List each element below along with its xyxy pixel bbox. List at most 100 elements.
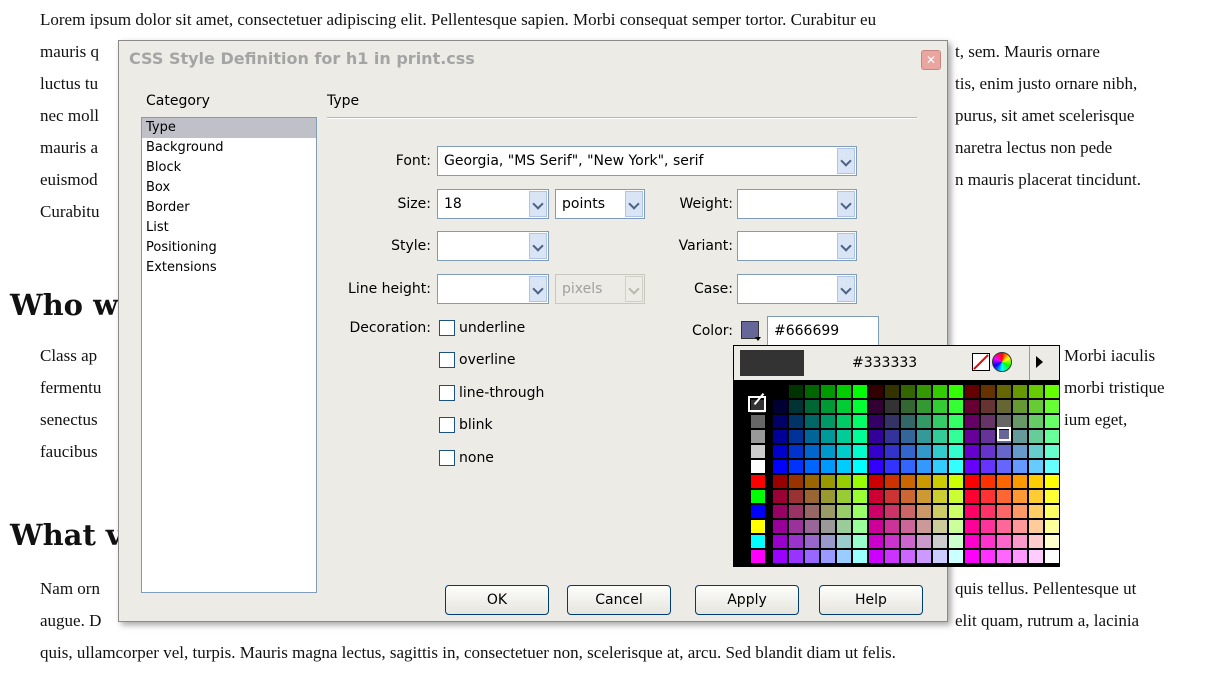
color-swatch[interactable] [820, 399, 836, 414]
color-swatch[interactable] [772, 429, 788, 444]
color-swatch[interactable] [1012, 444, 1028, 459]
close-icon[interactable]: ✕ [921, 50, 941, 70]
color-swatch[interactable] [868, 489, 884, 504]
color-swatch[interactable] [820, 414, 836, 429]
color-swatch[interactable] [884, 534, 900, 549]
title-bar[interactable]: CSS Style Definition for h1 in print.css… [119, 41, 947, 77]
color-swatch[interactable] [820, 444, 836, 459]
color-swatch[interactable] [932, 444, 948, 459]
size-unit-select[interactable]: points [555, 189, 645, 219]
color-swatch[interactable] [948, 414, 964, 429]
color-swatch[interactable] [852, 489, 868, 504]
color-swatch[interactable] [1012, 549, 1028, 564]
color-swatch[interactable] [1044, 384, 1060, 399]
color-swatch[interactable] [916, 549, 932, 564]
color-swatch[interactable] [1012, 384, 1028, 399]
color-swatch[interactable] [804, 429, 820, 444]
color-swatch[interactable] [836, 384, 852, 399]
color-swatch[interactable] [884, 459, 900, 474]
color-swatch[interactable] [996, 444, 1012, 459]
color-swatch[interactable] [868, 459, 884, 474]
color-swatch[interactable] [964, 459, 980, 474]
color-swatch[interactable] [900, 534, 916, 549]
color-swatch[interactable] [788, 414, 804, 429]
color-swatch[interactable] [836, 429, 852, 444]
color-swatch[interactable] [1028, 429, 1044, 444]
color-swatch[interactable] [1028, 489, 1044, 504]
color-swatch[interactable] [932, 474, 948, 489]
blink-checkbox[interactable] [439, 417, 455, 433]
case-select[interactable] [737, 274, 857, 304]
color-swatch[interactable] [1012, 429, 1028, 444]
color-swatch[interactable] [852, 504, 868, 519]
color-swatch[interactable] [788, 399, 804, 414]
color-swatch[interactable] [916, 504, 932, 519]
color-swatch[interactable] [964, 414, 980, 429]
color-swatch[interactable] [932, 429, 948, 444]
color-swatch[interactable] [804, 474, 820, 489]
help-button[interactable]: Help [819, 585, 923, 615]
color-swatch[interactable] [900, 474, 916, 489]
color-swatch[interactable] [948, 459, 964, 474]
color-swatch[interactable] [1044, 444, 1060, 459]
color-swatch[interactable] [788, 474, 804, 489]
color-swatch[interactable] [836, 549, 852, 564]
color-swatch[interactable] [916, 444, 932, 459]
color-swatch[interactable] [1028, 534, 1044, 549]
color-swatch[interactable] [948, 534, 964, 549]
color-swatch[interactable] [804, 399, 820, 414]
color-swatch[interactable] [1012, 474, 1028, 489]
color-swatch[interactable] [836, 444, 852, 459]
color-swatch[interactable] [980, 534, 996, 549]
color-swatch[interactable] [820, 534, 836, 549]
color-swatch[interactable] [964, 549, 980, 564]
underline-checkbox[interactable] [439, 320, 455, 336]
color-swatch[interactable] [868, 519, 884, 534]
color-swatch[interactable] [948, 444, 964, 459]
color-swatch[interactable] [804, 489, 820, 504]
color-swatch[interactable] [884, 399, 900, 414]
color-swatch[interactable] [900, 504, 916, 519]
color-swatch[interactable] [932, 414, 948, 429]
color-swatch[interactable] [884, 384, 900, 399]
color-swatch[interactable] [820, 504, 836, 519]
color-swatch[interactable] [804, 534, 820, 549]
color-swatch[interactable] [932, 459, 948, 474]
color-swatch[interactable] [996, 504, 1012, 519]
color-swatch[interactable] [884, 474, 900, 489]
color-swatch[interactable] [964, 474, 980, 489]
color-swatch[interactable] [820, 459, 836, 474]
category-item-type[interactable]: Type [142, 118, 316, 138]
color-swatch[interactable] [1044, 534, 1060, 549]
color-swatch[interactable] [1028, 384, 1044, 399]
color-swatch[interactable] [932, 519, 948, 534]
category-item-positioning[interactable]: Positioning [142, 238, 316, 258]
color-swatch[interactable] [996, 459, 1012, 474]
color-swatch[interactable] [836, 414, 852, 429]
color-swatch[interactable] [996, 549, 1012, 564]
color-swatch[interactable] [868, 384, 884, 399]
color-swatch[interactable] [916, 534, 932, 549]
color-swatch[interactable] [868, 534, 884, 549]
color-swatch[interactable] [948, 519, 964, 534]
color-swatch[interactable] [788, 444, 804, 459]
color-swatch[interactable] [804, 459, 820, 474]
line-through-checkbox[interactable] [439, 385, 455, 401]
color-swatch[interactable] [852, 399, 868, 414]
color-swatch[interactable] [852, 444, 868, 459]
color-swatch[interactable] [884, 549, 900, 564]
color-swatch[interactable] [1044, 474, 1060, 489]
color-swatch[interactable] [852, 459, 868, 474]
color-swatch[interactable] [1044, 504, 1060, 519]
color-swatch[interactable] [948, 429, 964, 444]
color-swatch[interactable] [1028, 459, 1044, 474]
color-swatch[interactable] [820, 489, 836, 504]
color-swatch[interactable] [868, 549, 884, 564]
color-swatch[interactable] [916, 384, 932, 399]
color-swatch[interactable] [772, 444, 788, 459]
color-swatch[interactable] [1028, 399, 1044, 414]
chevron-down-icon[interactable] [837, 191, 855, 217]
variant-select[interactable] [737, 231, 857, 261]
color-swatch[interactable] [804, 504, 820, 519]
color-swatch[interactable] [948, 489, 964, 504]
